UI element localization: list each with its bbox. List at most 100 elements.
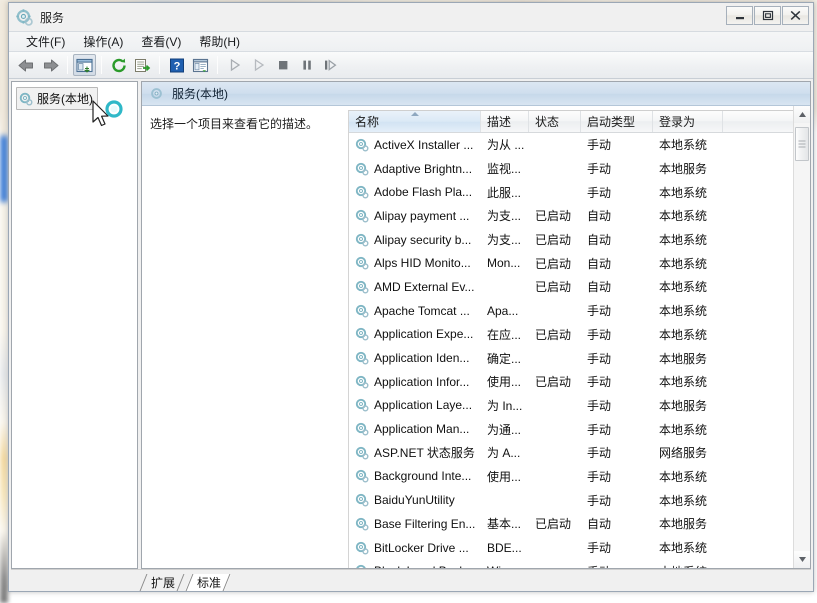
- minimize-button[interactable]: [726, 6, 753, 25]
- cell-logon: 本地系统: [659, 422, 708, 437]
- cell-startup: 手动: [587, 398, 612, 413]
- cell-status: 已启动: [535, 517, 572, 532]
- table-row[interactable]: ASP.NET 状态服务为 A... 手动 网络服务: [349, 441, 793, 465]
- table-row[interactable]: Application Laye... 为 In... 手动 本地服务: [349, 394, 793, 418]
- properties-button[interactable]: [189, 54, 212, 76]
- service-gear-icon: [355, 493, 369, 507]
- menu-file[interactable]: 文件(F): [17, 31, 74, 52]
- table-row[interactable]: Adobe Flash Pla... 此服... 手动 本地系统: [349, 180, 793, 204]
- refresh-button[interactable]: [107, 54, 130, 76]
- service-name-label: Alps HID Monito...: [374, 256, 471, 271]
- help-button[interactable]: ?: [165, 54, 188, 76]
- start-service-button[interactable]: [223, 54, 246, 76]
- forward-button[interactable]: [39, 54, 62, 76]
- table-row[interactable]: Alipay payment ... 为支... 已启动 自动 本地系统: [349, 204, 793, 228]
- menu-action[interactable]: 操作(A): [74, 31, 132, 52]
- cell-name: Application Infor...: [349, 375, 481, 389]
- column-logon[interactable]: 登录为: [653, 111, 723, 132]
- cell-description: 为 A...: [487, 446, 521, 461]
- cell-status: 已启动: [535, 280, 572, 295]
- cell-startup: 手动: [581, 563, 653, 568]
- cell-name: Application Laye...: [349, 398, 481, 412]
- scroll-down-arrow-icon[interactable]: [794, 551, 810, 568]
- column-filler[interactable]: [723, 111, 797, 132]
- tab-edge-left: [186, 574, 194, 591]
- cell-description: BDE...: [487, 540, 522, 555]
- cell-description: Mon...: [487, 256, 521, 271]
- table-row[interactable]: Base Filtering En... 基本... 已启动 自动 本地服务: [349, 512, 793, 536]
- cell-startup: 自动: [587, 233, 612, 248]
- window-titlebar[interactable]: 服务: [9, 3, 813, 31]
- table-row[interactable]: Application Iden... 确定... 手动 本地服务: [349, 346, 793, 370]
- table-row[interactable]: AMD External Ev... 已启动 自动 本地系统: [349, 275, 793, 299]
- cell-logon: 本地系统: [659, 185, 708, 200]
- cell-startup: 手动: [587, 375, 612, 390]
- scrollbar-track[interactable]: [794, 123, 810, 551]
- maximize-button[interactable]: [754, 6, 781, 25]
- stop-service-button[interactable]: [271, 54, 294, 76]
- services-window: 服务 文件(F) 操作(A) 查看(V) 帮助(H) ? 服务(本地) 服务(本…: [8, 2, 814, 592]
- table-row[interactable]: Application Man... 为通... 手动 本地系统: [349, 417, 793, 441]
- tab-edge-right: [177, 574, 185, 591]
- table-row[interactable]: Adaptive Brightn... 监视... 手动 本地服务: [349, 157, 793, 181]
- toolbar-separator-1: [67, 56, 68, 74]
- cell-description: 基本...: [487, 517, 522, 532]
- show-tree-button[interactable]: [73, 54, 96, 76]
- list-vertical-scrollbar[interactable]: [793, 106, 810, 568]
- service-gear-icon: [355, 375, 369, 389]
- service-gear-icon: [355, 469, 369, 483]
- cell-name: Application Iden...: [349, 351, 481, 365]
- cell-name: Application Expe...: [349, 327, 481, 341]
- table-row[interactable]: Application Infor... 使用... 已启动 手动 本地系统: [349, 370, 793, 394]
- column-description-label: 描述: [487, 115, 512, 129]
- table-row[interactable]: Alipay security b... 为支... 已启动 自动 本地系统: [349, 228, 793, 252]
- close-button[interactable]: [782, 6, 809, 25]
- table-row[interactable]: BitLocker Drive ... BDE... 手动 本地系统: [349, 536, 793, 560]
- cell-name: Adobe Flash Pla...: [349, 185, 481, 199]
- results-pane-header: 服务(本地): [142, 82, 810, 106]
- cell-description: 确定...: [487, 351, 522, 366]
- restart-service-button[interactable]: [247, 54, 270, 76]
- table-row[interactable]: ActiveX Installer ... 为从 ... 手动 本地系统: [349, 133, 793, 157]
- cell-startup: 手动: [587, 422, 612, 437]
- cell-status: 已启动: [535, 233, 572, 248]
- services-gear-icon: [19, 92, 33, 106]
- table-row[interactable]: Application Expe... 在应... 已启动 手动 本地系统: [349, 323, 793, 347]
- window-title: 服务: [40, 10, 65, 25]
- scrollbar-thumb[interactable]: [795, 127, 809, 161]
- table-row[interactable]: Background Inte... 使用... 手动 本地系统: [349, 465, 793, 489]
- service-gear-icon: [355, 517, 369, 531]
- resume-service-button[interactable]: [319, 54, 342, 76]
- column-startup[interactable]: 启动类型: [581, 111, 653, 132]
- cell-name: Adaptive Brightn...: [349, 162, 481, 176]
- tab-standard[interactable]: 标准: [185, 574, 231, 591]
- tab-extended[interactable]: 扩展: [139, 574, 185, 591]
- service-gear-icon: [355, 327, 369, 341]
- console-tree-pane[interactable]: 服务(本地): [11, 81, 138, 569]
- column-name[interactable]: 名称: [349, 111, 481, 132]
- service-gear-icon: [355, 138, 369, 152]
- scroll-up-arrow-icon[interactable]: [794, 106, 810, 123]
- column-description[interactable]: 描述: [481, 111, 529, 132]
- menu-help[interactable]: 帮助(H): [190, 31, 249, 52]
- cell-name: Block Level Back...: [349, 564, 481, 568]
- tree-item-services-local[interactable]: 服务(本地): [16, 87, 98, 110]
- menu-view[interactable]: 查看(V): [132, 31, 190, 52]
- export-list-button[interactable]: [131, 54, 154, 76]
- cell-startup: 手动: [587, 185, 612, 200]
- column-status[interactable]: 状态: [529, 111, 581, 132]
- back-button[interactable]: [15, 54, 38, 76]
- cell-description: 为通...: [487, 422, 522, 437]
- toolbar-separator-3: [159, 56, 160, 74]
- cell-name: Alps HID Monito...: [349, 256, 481, 270]
- table-row[interactable]: BaiduYunUtility 手动 本地系统: [349, 488, 793, 512]
- table-row[interactable]: Block Level Back... Win... 手动本地系统: [349, 559, 793, 568]
- table-row[interactable]: Apache Tomcat ... Apa... 手动 本地系统: [349, 299, 793, 323]
- pause-service-button[interactable]: [295, 54, 318, 76]
- cell-logon: 本地系统: [653, 563, 723, 568]
- cell-startup: 自动: [587, 517, 612, 532]
- service-name-label: BitLocker Drive ...: [374, 540, 469, 555]
- cell-description: 为支...: [487, 209, 522, 224]
- table-row[interactable]: Alps HID Monito... Mon... 已启动 自动 本地系统: [349, 251, 793, 275]
- services-list-view[interactable]: 名称 描述 状态 启动类型 登录为 ActiveX Installer ... 为从 ..…: [348, 110, 797, 568]
